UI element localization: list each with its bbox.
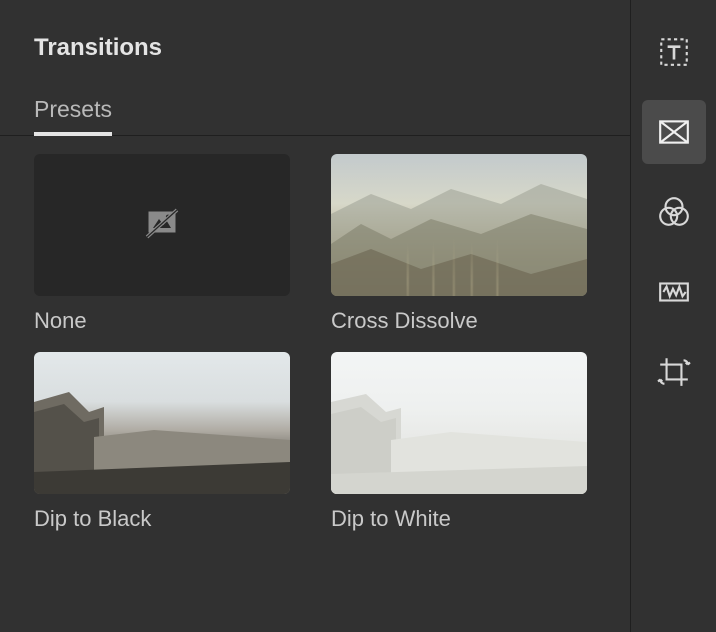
tab-label: Presets	[34, 96, 112, 122]
transitions-panel: Transitions Presets None	[0, 0, 630, 632]
tool-transitions[interactable]	[642, 100, 706, 164]
tool-audio[interactable]	[642, 260, 706, 324]
preset-label: Cross Dissolve	[331, 308, 596, 334]
tab-presets[interactable]: Presets	[34, 96, 112, 135]
audio-wave-icon	[657, 275, 691, 309]
preset-label: Dip to Black	[34, 506, 299, 532]
tool-color[interactable]	[642, 180, 706, 244]
panel-header: Transitions	[0, 0, 630, 62]
preset-label: Dip to White	[331, 506, 596, 532]
no-transition-icon	[144, 207, 180, 243]
dip-to-white-thumbnail	[331, 352, 587, 494]
preset-thumbnail	[34, 352, 290, 494]
preset-thumbnail	[331, 154, 587, 296]
preset-dip-to-white[interactable]: Dip to White	[331, 352, 596, 532]
transitions-icon	[657, 115, 691, 149]
panel-title: Transitions	[34, 34, 630, 62]
preset-label: None	[34, 308, 299, 334]
tool-text[interactable]	[642, 20, 706, 84]
tab-bar: Presets	[0, 96, 630, 136]
preset-thumbnail	[331, 352, 587, 494]
preset-none[interactable]: None	[34, 154, 299, 334]
preset-thumbnail	[34, 154, 290, 296]
preset-dip-to-black[interactable]: Dip to Black	[34, 352, 299, 532]
color-venn-icon	[657, 195, 691, 229]
preset-cross-dissolve[interactable]: Cross Dissolve	[331, 154, 596, 334]
text-frame-icon	[657, 35, 691, 69]
presets-grid: None Cross Dissolve	[0, 136, 630, 550]
right-toolbar	[630, 0, 716, 632]
crop-rotate-icon	[657, 355, 691, 389]
tool-crop[interactable]	[642, 340, 706, 404]
dip-to-black-thumbnail	[34, 352, 290, 494]
